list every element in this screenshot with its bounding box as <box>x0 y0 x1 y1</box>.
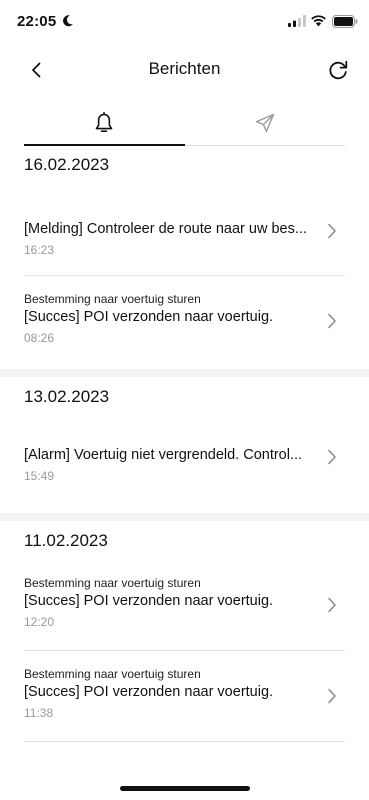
chevron-right-icon <box>328 597 336 613</box>
moon-icon <box>63 15 73 27</box>
list-item[interactable]: Bestemming naar voertuig sturen [Succes]… <box>24 276 345 369</box>
message-time: 16:23 <box>24 243 55 257</box>
message-time: 11:38 <box>24 706 54 720</box>
message-time: 08:26 <box>24 331 55 345</box>
message-list: 16.02.2023 [Melding] Controleer de route… <box>0 146 369 742</box>
date-header: 13.02.2023 <box>24 387 110 406</box>
date-header: 16.02.2023 <box>24 155 110 174</box>
message-subtitle: Bestemming naar voertuig sturen <box>24 667 201 681</box>
send-icon <box>255 113 275 132</box>
section-divider <box>0 369 369 377</box>
navigation-bar: Berichten <box>0 50 369 90</box>
wifi-icon <box>311 15 326 27</box>
message-tabs <box>24 100 345 146</box>
chevron-right-icon <box>328 688 336 704</box>
message-title: [Succes] POI verzonden naar voertuig. <box>24 309 274 325</box>
list-item[interactable]: Bestemming naar voertuig sturen [Succes]… <box>24 561 345 651</box>
message-title: [Melding] Controleer de route naar uw be… <box>24 221 307 237</box>
message-time: 12:20 <box>24 615 55 629</box>
chevron-right-icon <box>328 449 336 465</box>
battery-icon <box>332 15 358 28</box>
page-title: Berichten <box>148 59 221 78</box>
bell-icon <box>95 111 113 132</box>
list-item[interactable]: [Alarm] Voertuig niet vergrendeld. Contr… <box>24 417 345 513</box>
status-time: 22:05 <box>17 13 57 30</box>
home-indicator[interactable] <box>120 786 250 791</box>
list-item[interactable]: Bestemming naar voertuig sturen [Succes]… <box>24 651 345 742</box>
tab-notifications[interactable] <box>24 100 184 145</box>
message-subtitle: Bestemming naar voertuig sturen <box>24 292 201 306</box>
section-divider <box>0 513 369 521</box>
cellular-signal-icon <box>288 15 306 27</box>
date-header: 11.02.2023 <box>24 531 108 550</box>
refresh-button[interactable] <box>325 57 351 83</box>
message-title: [Alarm] Voertuig niet vergrendeld. Contr… <box>24 447 303 463</box>
message-title: [Succes] POI verzonden naar voertuig. <box>24 593 274 609</box>
list-item[interactable]: [Melding] Controleer de route naar uw be… <box>24 184 345 276</box>
status-bar: 22:05 <box>0 0 369 44</box>
message-title: [Succes] POI verzonden naar voertuig. <box>24 684 274 700</box>
message-subtitle: Bestemming naar voertuig sturen <box>24 576 201 590</box>
chevron-right-icon <box>328 223 336 239</box>
message-time: 15:49 <box>24 469 55 483</box>
refresh-icon <box>329 60 348 80</box>
tab-sent[interactable] <box>185 100 345 145</box>
chevron-right-icon <box>328 313 336 329</box>
